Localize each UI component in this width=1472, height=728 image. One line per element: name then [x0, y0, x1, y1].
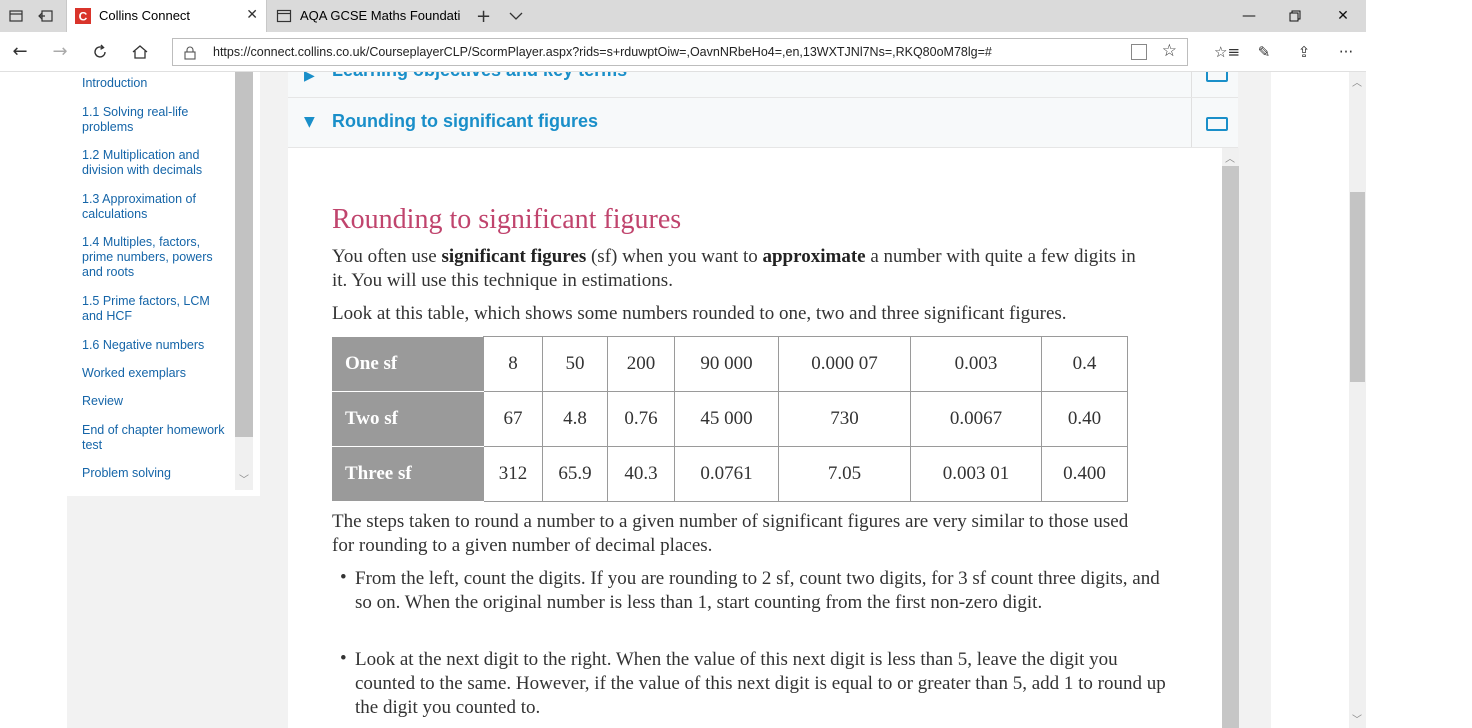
table-cell: 312 — [483, 446, 543, 502]
table-cell: 0.40 — [1041, 391, 1128, 447]
tab-actions-icon[interactable] — [8, 8, 24, 24]
table-cell: 730 — [778, 391, 911, 447]
bullet-marker: • — [340, 567, 347, 588]
restore-button[interactable] — [1272, 0, 1318, 32]
table-intro-paragraph: Look at this table, which shows some num… — [332, 303, 1067, 324]
sidebar-scrollbar[interactable]: ﹀ — [235, 72, 253, 490]
sidebar-item-homework-test[interactable]: End of chapter homework test — [82, 423, 230, 453]
scroll-up-icon[interactable]: ︿ — [1352, 74, 1362, 89]
lesson-heading: Rounding to significant figures — [332, 204, 682, 235]
new-tab-icon[interactable]: + — [476, 6, 491, 27]
sidebar-item-1-4[interactable]: 1.4 Multiples, factors, prime numbers, p… — [82, 235, 230, 280]
table-cell: 40.3 — [607, 446, 675, 502]
more-icon[interactable]: ··· — [1334, 40, 1358, 64]
table-cell: 67 — [483, 391, 543, 447]
table-row: One sf 8 50 200 90 000 0.000 07 0.003 0.… — [332, 336, 1128, 392]
sidebar-item-introduction[interactable]: Introduction — [82, 76, 230, 91]
triangle-right-icon: ▶ — [304, 72, 315, 84]
table-cell: 0.003 — [910, 336, 1042, 392]
tab-collins-connect[interactable]: C Collins Connect ✕ — [66, 0, 267, 32]
table-cell: 0.76 — [607, 391, 675, 447]
refresh-icon[interactable] — [88, 40, 112, 64]
sidebar-item-1-5[interactable]: 1.5 Prime factors, LCM and HCF — [82, 294, 230, 324]
close-window-button[interactable]: ✕ — [1320, 0, 1366, 32]
step-bullet-2: Look at the next digit to the right. Whe… — [355, 649, 1166, 718]
tab-aqa-gcse[interactable]: AQA GCSE Maths Foundatic — [268, 0, 468, 32]
favorite-star-icon[interactable]: ☆ — [1162, 41, 1177, 61]
table-cell: 0.0761 — [674, 446, 779, 502]
navigation-bar: ← → https://connect.collins.co.uk/Course… — [0, 32, 1366, 72]
term-approximate: approximate — [762, 246, 866, 267]
steps-intro-paragraph: The steps taken to round a number to a g… — [332, 511, 1129, 556]
page-scroll-thumb[interactable] — [1350, 192, 1365, 382]
sidebar-item-1-2[interactable]: 1.2 Multiplication and division with dec… — [82, 148, 230, 178]
url-text: https://connect.collins.co.uk/Courseplay… — [213, 45, 992, 59]
share-icon[interactable]: ⇪ — [1292, 40, 1316, 64]
lock-icon — [183, 45, 197, 60]
bullet-marker: • — [340, 648, 347, 669]
minimize-button[interactable]: — — [1226, 0, 1272, 32]
table-cell: 50 — [542, 336, 608, 392]
tab-title: AQA GCSE Maths Foundatic — [300, 8, 460, 23]
term-significant-figures: significant figures — [441, 246, 587, 267]
right-gutter — [1238, 72, 1271, 728]
table-cell: 45 000 — [674, 391, 779, 447]
address-bar[interactable]: https://connect.collins.co.uk/Courseplay… — [172, 38, 1188, 66]
back-arrow-icon[interactable]: ← — [8, 40, 32, 64]
svg-text:C: C — [79, 10, 88, 24]
chapter-sidebar: Introduction 1.1 Solving real-life probl… — [67, 72, 260, 496]
table-cell: 0.400 — [1041, 446, 1128, 502]
table-row: Two sf 67 4.8 0.76 45 000 730 0.0067 0.4… — [332, 391, 1128, 447]
table-cell: 0.4 — [1041, 336, 1128, 392]
table-cell: 7.05 — [778, 446, 911, 502]
table-cell: 90 000 — [674, 336, 779, 392]
accordion-rounding-sf[interactable]: ▼ Rounding to significant figures — [288, 98, 1238, 148]
intro-paragraph: You often use significant figures (sf) w… — [332, 246, 1136, 291]
sidebar-item-problem-solving[interactable]: Problem solving — [82, 466, 230, 481]
table-row: Three sf 312 65.9 40.3 0.0761 7.05 0.003… — [332, 446, 1128, 502]
scroll-down-icon[interactable]: ﹀ — [239, 471, 249, 486]
row-header: Two sf — [332, 391, 484, 447]
row-header: One sf — [332, 336, 484, 392]
page-favicon-icon — [276, 8, 292, 24]
triangle-down-icon: ▼ — [304, 114, 315, 130]
content-scroll-thumb[interactable] — [1222, 166, 1239, 728]
table-cell: 4.8 — [542, 391, 608, 447]
close-tab-icon[interactable]: ✕ — [246, 7, 258, 23]
forward-arrow-icon[interactable]: → — [48, 40, 72, 64]
tab-title: Collins Connect — [99, 8, 191, 23]
sidebar-scroll-thumb[interactable] — [235, 72, 253, 437]
row-header: Three sf — [332, 446, 484, 502]
set-aside-tabs-icon[interactable] — [38, 8, 54, 24]
home-icon[interactable] — [128, 40, 152, 64]
tab-bar: C Collins Connect ✕ AQA GCSE Maths Found… — [0, 0, 1366, 32]
sidebar-item-worked-exemplars[interactable]: Worked exemplars — [82, 366, 230, 381]
reading-view-icon[interactable] — [1131, 44, 1147, 60]
table-cell: 0.000 07 — [778, 336, 911, 392]
pen-notes-icon[interactable]: ✎ — [1252, 40, 1276, 64]
table-cell: 0.003 01 — [910, 446, 1042, 502]
sidebar-item-1-3[interactable]: 1.3 Approximation of calculations — [82, 192, 230, 222]
table-cell: 8 — [483, 336, 543, 392]
page-scrollbar[interactable]: ︿ ﹀ — [1349, 72, 1366, 728]
chevron-down-icon[interactable] — [506, 6, 526, 26]
sidebar-item-1-1[interactable]: 1.1 Solving real-life problems — [82, 105, 230, 135]
table-cell: 0.0067 — [910, 391, 1042, 447]
accordion-title: Rounding to significant figures — [332, 111, 598, 131]
sig-fig-table: One sf 8 50 200 90 000 0.000 07 0.003 0.… — [332, 336, 1128, 502]
favorites-list-icon[interactable]: ☆≡ — [1214, 40, 1240, 64]
sidebar-item-1-6[interactable]: 1.6 Negative numbers — [82, 338, 230, 353]
expand-panel-icon[interactable] — [1206, 117, 1228, 131]
table-cell: 200 — [607, 336, 675, 392]
step-bullet-1: From the left, count the digits. If you … — [355, 568, 1160, 613]
scroll-down-icon[interactable]: ﹀ — [1352, 711, 1362, 726]
scroll-up-icon[interactable]: ︿ — [1225, 150, 1235, 165]
collins-favicon-icon: C — [75, 8, 91, 24]
sidebar-item-review[interactable]: Review — [82, 394, 230, 409]
table-cell: 65.9 — [542, 446, 608, 502]
accordion-learning-objectives[interactable]: ▶ Learning objectives and key terms — [288, 72, 1238, 98]
accordion-title: Learning objectives and key terms — [332, 72, 627, 81]
expand-panel-icon[interactable] — [1206, 72, 1228, 82]
content-scrollbar[interactable]: ︿ — [1222, 148, 1239, 728]
